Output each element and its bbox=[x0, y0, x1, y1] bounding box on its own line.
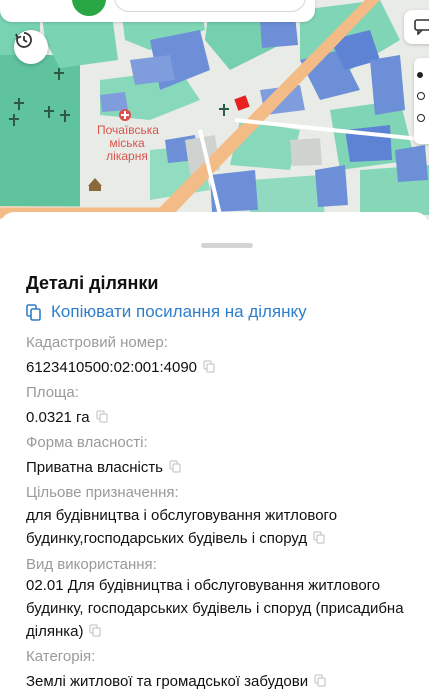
message-icon bbox=[414, 19, 429, 35]
history-button[interactable] bbox=[14, 30, 48, 64]
zoom-icon bbox=[417, 92, 425, 100]
copy-link-button[interactable]: Копіювати посилання на ділянку bbox=[26, 302, 307, 322]
layers-icon bbox=[417, 72, 423, 78]
area-label: Площа: bbox=[26, 384, 79, 401]
hospital-label: Почаївська міська лікарня bbox=[97, 123, 159, 163]
ownership-value: Приватна власність bbox=[26, 459, 163, 476]
drag-handle[interactable] bbox=[201, 243, 253, 248]
copy-icon[interactable] bbox=[89, 624, 102, 637]
locate-icon bbox=[417, 114, 425, 122]
usage-line: будинку, господарських будівель і споруд… bbox=[26, 600, 404, 617]
copy-icon[interactable] bbox=[169, 460, 182, 473]
history-icon bbox=[15, 32, 32, 48]
usage-line: ділянка) bbox=[26, 623, 84, 640]
chat-button[interactable] bbox=[404, 10, 429, 44]
category-value: Землі житлової та громадської забудови bbox=[26, 673, 309, 690]
copy-icon[interactable] bbox=[313, 531, 326, 544]
details-title: Деталі ділянки bbox=[26, 273, 159, 293]
ownership-label: Форма власності: bbox=[26, 434, 148, 451]
usage-line-row: ділянка) bbox=[26, 620, 404, 643]
copy-icon[interactable] bbox=[314, 674, 327, 687]
category-label: Категорія: bbox=[26, 648, 96, 665]
area-value: 0.0321 га bbox=[26, 409, 90, 426]
purpose-line-row: будинку,господарських будівель і споруд bbox=[26, 527, 337, 550]
action-button[interactable] bbox=[72, 0, 106, 16]
map-canvas[interactable] bbox=[0, 0, 429, 220]
purpose-line: для будівництва і обслуговування житлово… bbox=[26, 507, 338, 524]
cadastral-value-row: 6123410500:02:001:4090 bbox=[26, 356, 216, 379]
hospital-icon bbox=[119, 109, 131, 121]
copy-link-label: Копіювати посилання на ділянку bbox=[51, 302, 307, 321]
purpose-line: будинку,господарських будівель і споруд bbox=[26, 530, 308, 547]
copy-icon[interactable] bbox=[95, 410, 109, 423]
cadastral-value: 6123410500:02:001:4090 bbox=[26, 359, 198, 376]
copy-icon bbox=[26, 303, 41, 321]
map-view[interactable]: Почаївська міська лікарня bbox=[0, 0, 429, 220]
cemetery-area bbox=[0, 55, 80, 215]
search-bar[interactable] bbox=[0, 0, 315, 22]
layers-toolbar[interactable] bbox=[414, 58, 429, 144]
usage-label: Вид використання: bbox=[26, 556, 157, 573]
category-value-row: Землі житлової та громадської забудови bbox=[26, 670, 327, 693]
usage-value: 02.01 Для будівництва і обслуговування ж… bbox=[26, 574, 404, 643]
usage-line: 02.01 Для будівництва і обслуговування ж… bbox=[26, 577, 381, 594]
search-input[interactable] bbox=[114, 0, 306, 12]
ownership-value-row: Приватна власність bbox=[26, 456, 182, 479]
cadastral-label: Кадастровий номер: bbox=[26, 334, 168, 351]
copy-icon[interactable] bbox=[203, 360, 216, 373]
details-sheet: Деталі ділянки Копіювати посилання на ді… bbox=[0, 212, 429, 700]
purpose-label: Цільове призначення: bbox=[26, 484, 179, 501]
purpose-value: для будівництва і обслуговування житлово… bbox=[26, 504, 337, 550]
area-value-row: 0.0321 га bbox=[26, 406, 109, 429]
